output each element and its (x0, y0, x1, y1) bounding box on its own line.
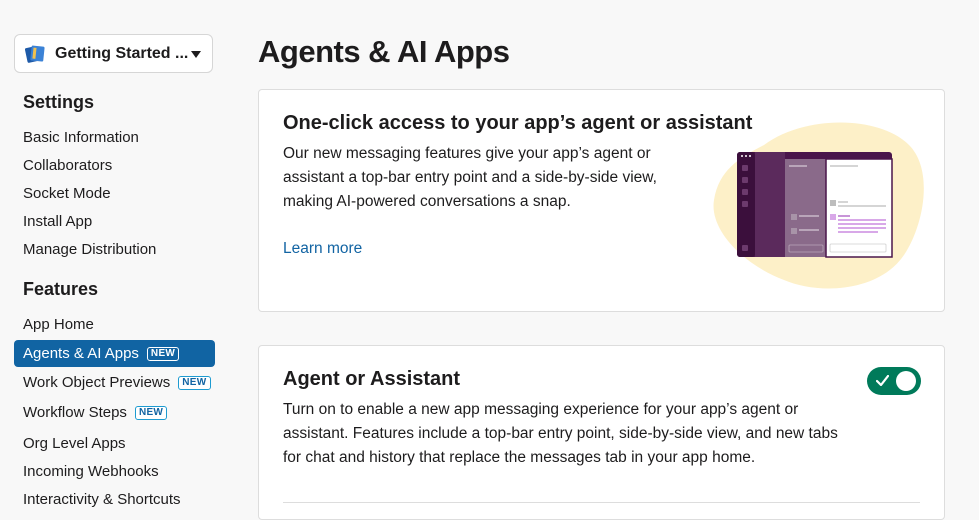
sidebar-item-label: Interactivity & Shortcuts (23, 491, 181, 508)
sidebar-item-label: Org Level Apps (23, 435, 126, 452)
toggle-knob (896, 371, 916, 391)
sidebar-item-label: Incoming Webhooks (23, 463, 159, 480)
checkmark-icon (876, 375, 889, 386)
sidebar: Getting Started ... Settings Basic Infor… (0, 0, 230, 508)
agent-assistant-body-line: for chat and history that replace the me… (283, 449, 756, 466)
sidebar-item-install-app[interactable]: Install App (14, 208, 215, 235)
promo-card: One-click access to your app’s agent or … (258, 89, 945, 312)
sidebar-item-socket-mode[interactable]: Socket Mode (14, 180, 215, 207)
features-heading: Features (23, 279, 99, 299)
sidebar-item-org-level-apps[interactable]: Org Level Apps (14, 430, 215, 457)
page-title: Agents & AI Apps (258, 34, 510, 69)
sidebar-item-label: Basic Information (23, 129, 139, 146)
sidebar-item-work-object-previews[interactable]: Work Object Previews NEW (14, 369, 215, 396)
new-badge: NEW (146, 346, 180, 361)
sidebar-item-basic-information[interactable]: Basic Information (14, 124, 215, 151)
sidebar-item-label: Workflow Steps (23, 404, 127, 421)
sidebar-item-manage-distribution[interactable]: Manage Distribution (14, 236, 215, 263)
promo-card-body-line: making AI-powered conversations a snap. (283, 193, 571, 210)
sidebar-item-label: Manage Distribution (23, 241, 157, 258)
agent-assistant-body-line: Turn on to enable a new app messaging ex… (283, 401, 799, 418)
new-badge: NEW (134, 405, 168, 420)
sidebar-item-agents-ai-apps[interactable]: Agents & AI Apps NEW (14, 340, 215, 367)
agent-assistant-body-line: assistant. Features include a top-bar en… (283, 425, 838, 442)
sidebar-item-label: Socket Mode (23, 185, 111, 202)
promo-card-body: Our new messaging features give your app… (283, 142, 657, 214)
sidebar-item-label: Install App (23, 213, 93, 230)
promo-card-title: One-click access to your app’s agent or … (283, 112, 753, 134)
sidebar-item-label: Collaborators (23, 157, 113, 174)
promo-card-body-line: Our new messaging features give your app… (283, 145, 651, 162)
sidebar-item-label: Agents & AI Apps (23, 345, 139, 362)
promo-card-body-line: assistant a top-bar entry point and a si… (283, 169, 657, 186)
settings-heading: Settings (23, 92, 95, 112)
chevron-down-icon (191, 51, 201, 58)
agent-assistant-title: Agent or Assistant (283, 368, 461, 390)
sidebar-item-workflow-steps[interactable]: Workflow Steps NEW (14, 399, 215, 426)
agent-assistant-card: Agent or Assistant Turn on to enable a n… (258, 345, 945, 520)
new-badge: NEW (178, 375, 211, 390)
agent-assistant-toggle[interactable] (867, 367, 921, 395)
notebook-icon (25, 45, 45, 63)
sidebar-item-collaborators[interactable]: Collaborators (14, 152, 215, 179)
sidebar-item-interactivity-shortcuts[interactable]: Interactivity & Shortcuts (14, 486, 215, 513)
agent-assistant-body: Turn on to enable a new app messaging ex… (283, 398, 838, 470)
sidebar-item-label: Work Object Previews (23, 374, 171, 391)
divider (283, 502, 920, 503)
sidebar-item-label: App Home (23, 316, 94, 333)
learn-more-link[interactable]: Learn more (283, 240, 362, 258)
sidebar-item-incoming-webhooks[interactable]: Incoming Webhooks (14, 458, 215, 485)
workspace-name: Getting Started ... (55, 45, 189, 62)
workspace-switcher[interactable]: Getting Started ... (14, 34, 213, 73)
app-split-view-illustration (713, 122, 924, 289)
sidebar-item-app-home[interactable]: App Home (14, 311, 215, 338)
